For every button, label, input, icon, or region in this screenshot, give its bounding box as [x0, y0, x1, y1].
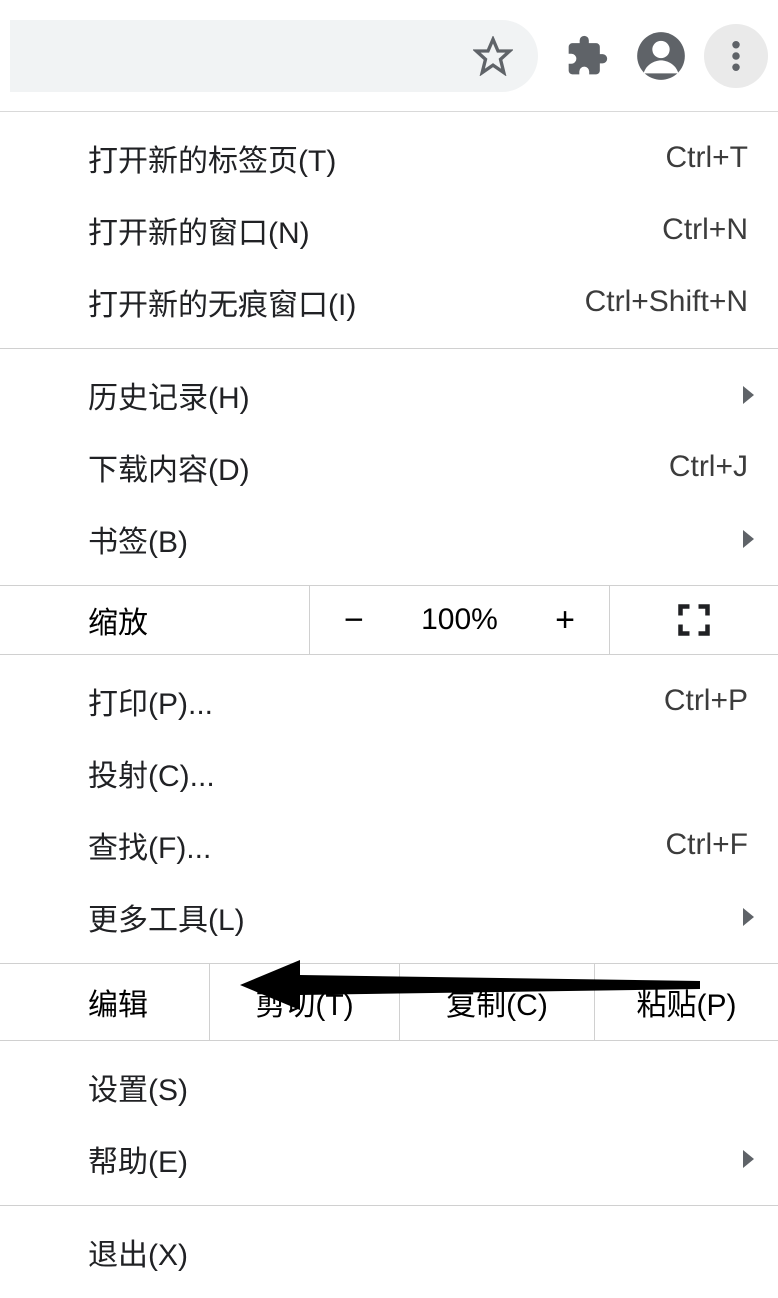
menu-more-tools[interactable]: 更多工具(L): [0, 881, 778, 953]
menu-item-shortcut: Ctrl+Shift+N: [585, 285, 748, 319]
menu-item-shortcut: Ctrl+P: [664, 684, 748, 718]
menu-item-shortcut: Ctrl+F: [666, 828, 749, 862]
extensions-icon[interactable]: [556, 25, 618, 87]
menu-item-label: 打印(P)...: [88, 679, 213, 723]
menu-section-open: 打开新的标签页(T) Ctrl+T 打开新的窗口(N) Ctrl+N 打开新的无…: [0, 112, 778, 349]
menu-bookmarks[interactable]: 书签(B): [0, 503, 778, 575]
menu-item-label: 打开新的标签页(T): [88, 136, 336, 180]
zoom-controls: − 100% +: [310, 586, 610, 654]
menu-find[interactable]: 查找(F)... Ctrl+F: [0, 809, 778, 881]
edit-paste-button[interactable]: 粘贴(P): [595, 964, 778, 1040]
menu-item-shortcut: Ctrl+T: [666, 141, 749, 175]
zoom-label: 缩放: [0, 586, 310, 654]
menu-section-actions: 打印(P)... Ctrl+P 投射(C)... 查找(F)... Ctrl+F…: [0, 655, 778, 964]
menu-history[interactable]: 历史记录(H): [0, 359, 778, 431]
menu-item-label: 退出(X): [88, 1230, 188, 1274]
submenu-arrow-icon: [743, 908, 754, 926]
menu-print[interactable]: 打印(P)... Ctrl+P: [0, 665, 778, 737]
menu-cast[interactable]: 投射(C)...: [0, 737, 778, 809]
omnibox[interactable]: [10, 20, 538, 92]
zoom-value: 100%: [421, 603, 498, 637]
fullscreen-button[interactable]: [610, 586, 778, 654]
menu-item-label: 投射(C)...: [88, 751, 215, 795]
browser-toolbar: [0, 0, 778, 112]
main-menu: 打开新的标签页(T) Ctrl+T 打开新的窗口(N) Ctrl+N 打开新的无…: [0, 112, 778, 1298]
menu-item-label: 设置(S): [88, 1065, 188, 1109]
menu-item-shortcut: Ctrl+J: [669, 450, 748, 484]
profile-icon[interactable]: [630, 25, 692, 87]
menu-item-label: 历史记录(H): [88, 373, 250, 417]
edit-copy-button[interactable]: 复制(C): [400, 964, 595, 1040]
submenu-arrow-icon: [743, 386, 754, 404]
menu-zoom-row: 缩放 − 100% +: [0, 586, 778, 655]
menu-help[interactable]: 帮助(E): [0, 1123, 778, 1195]
menu-section-exit: 退出(X): [0, 1206, 778, 1298]
star-icon[interactable]: [473, 36, 513, 76]
menu-item-label: 下载内容(D): [88, 445, 250, 489]
edit-label: 编辑: [0, 964, 210, 1040]
submenu-arrow-icon: [743, 1150, 754, 1168]
more-menu-button[interactable]: [704, 24, 768, 88]
menu-exit[interactable]: 退出(X): [0, 1216, 778, 1288]
menu-edit-row: 编辑 剪切(T) 复制(C) 粘贴(P): [0, 964, 778, 1041]
fullscreen-icon: [676, 602, 712, 638]
zoom-out-button[interactable]: −: [334, 601, 374, 640]
menu-item-label: 打开新的窗口(N): [88, 208, 310, 252]
submenu-arrow-icon: [743, 530, 754, 548]
menu-new-tab[interactable]: 打开新的标签页(T) Ctrl+T: [0, 122, 778, 194]
menu-settings[interactable]: 设置(S): [0, 1051, 778, 1123]
menu-item-label: 打开新的无痕窗口(I): [88, 280, 356, 324]
menu-item-label: 更多工具(L): [88, 895, 245, 939]
menu-downloads[interactable]: 下载内容(D) Ctrl+J: [0, 431, 778, 503]
menu-item-label: 查找(F)...: [88, 823, 211, 867]
edit-cut-button[interactable]: 剪切(T): [210, 964, 400, 1040]
kebab-icon: [732, 41, 740, 71]
zoom-in-button[interactable]: +: [545, 601, 585, 640]
menu-new-incognito[interactable]: 打开新的无痕窗口(I) Ctrl+Shift+N: [0, 266, 778, 338]
menu-section-settings: 设置(S) 帮助(E): [0, 1041, 778, 1206]
menu-item-shortcut: Ctrl+N: [662, 213, 748, 247]
menu-new-window[interactable]: 打开新的窗口(N) Ctrl+N: [0, 194, 778, 266]
menu-item-label: 帮助(E): [88, 1137, 188, 1181]
menu-item-label: 书签(B): [88, 517, 188, 561]
menu-section-data: 历史记录(H) 下载内容(D) Ctrl+J 书签(B): [0, 349, 778, 586]
